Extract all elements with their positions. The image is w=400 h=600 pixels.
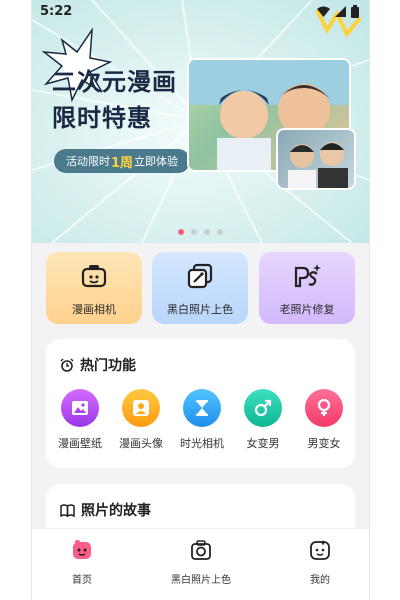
home-icon [73,540,91,559]
battery-icon [351,5,359,18]
banner-headline: 二次元漫画 限时特惠 [52,64,177,136]
feature-icon-circle [122,389,160,427]
nav-label: 黑白照片上色 [171,575,231,586]
feature-comic-wallpaper[interactable]: 漫画壁纸 [50,389,110,451]
banner-photo-inset [276,128,356,190]
colorize-photo-icon [187,263,213,289]
hot-features-card: 热门功能 漫画壁纸 漫画头像 时光相机 女变男 男变女 [46,339,355,468]
male-symbol-icon [254,399,272,417]
comic-camera-icon [81,265,107,288]
quick-action-label: 老照片修复 [279,303,335,316]
feature-comic-avatar[interactable]: 漫画头像 [111,389,171,451]
wallpaper-icon [72,401,88,415]
nav-item-profile[interactable]: 我的 [275,539,365,586]
feature-time-camera[interactable]: 时光相机 [172,389,232,451]
status-bar: 5:22 [32,0,369,24]
hot-features-title: 热门功能 [60,355,136,375]
feature-label: 漫画壁纸 [58,437,102,450]
promo-cta-button[interactable]: 活动限时 1周 立即体验 [54,149,191,173]
nav-item-home[interactable]: 首页 [37,539,127,586]
book-icon [60,503,75,517]
feature-female-to-male[interactable]: 女变男 [233,389,293,451]
ps-restore-icon [294,264,321,288]
carousel-dot[interactable] [204,229,210,235]
carousel-dot[interactable] [178,229,184,235]
feature-icon-circle [244,389,282,427]
feature-label: 漫画头像 [119,437,163,450]
camera-icon [191,540,211,560]
carousel-indicator [32,229,369,235]
headline-line2: 限时特惠 [52,104,152,132]
feature-icon-circle [183,389,221,427]
feature-label: 女变男 [246,437,280,450]
photo-story-title: 照片的故事 [60,500,151,520]
quick-action-comic-camera[interactable]: 漫画相机 [46,252,142,324]
promo-suffix: 立即体验 [134,155,179,168]
feature-label: 时光相机 [180,437,224,450]
feature-icon-circle [61,389,99,427]
hourglass-icon [196,400,208,416]
profile-icon [310,540,330,560]
quick-action-restore[interactable]: 老照片修复 [259,252,355,324]
carousel-dot[interactable] [217,229,223,235]
nav-item-colorize[interactable]: 黑白照片上色 [156,539,246,586]
alarm-clock-icon [60,358,74,372]
carousel-dot[interactable] [191,229,197,235]
feature-label: 男变女 [307,437,341,450]
headline-line1: 二次元漫画 [52,68,177,96]
hot-features-title-text: 热门功能 [80,358,136,374]
status-time: 5:22 [40,4,73,19]
feature-male-to-female[interactable]: 男变女 [294,389,354,451]
female-symbol-icon [317,399,331,416]
bottom-nav: 首页 黑白照片上色 我的 [32,528,369,600]
wifi-icon [317,6,330,17]
quick-action-colorize[interactable]: 黑白照片上色 [152,252,248,324]
avatar-icon [133,400,149,416]
feature-icon-circle [305,389,343,427]
promo-highlight: 1周 [111,155,134,171]
nav-label: 我的 [310,575,330,586]
signal-icon [335,6,346,17]
quick-action-label: 漫画相机 [72,303,116,316]
quick-action-label: 黑白照片上色 [167,303,233,316]
nav-label: 首页 [72,575,92,586]
promo-banner[interactable]: 5:22 二次元漫画 限时特惠 活动限时 1周 立即体验 [32,0,369,243]
promo-prefix: 活动限时 [66,155,110,168]
photo-story-title-text: 照片的故事 [81,503,151,519]
app-screen: 5:22 二次元漫画 限时特惠 活动限时 1周 立即体验 漫画相机 黑白照片上色… [31,0,370,600]
